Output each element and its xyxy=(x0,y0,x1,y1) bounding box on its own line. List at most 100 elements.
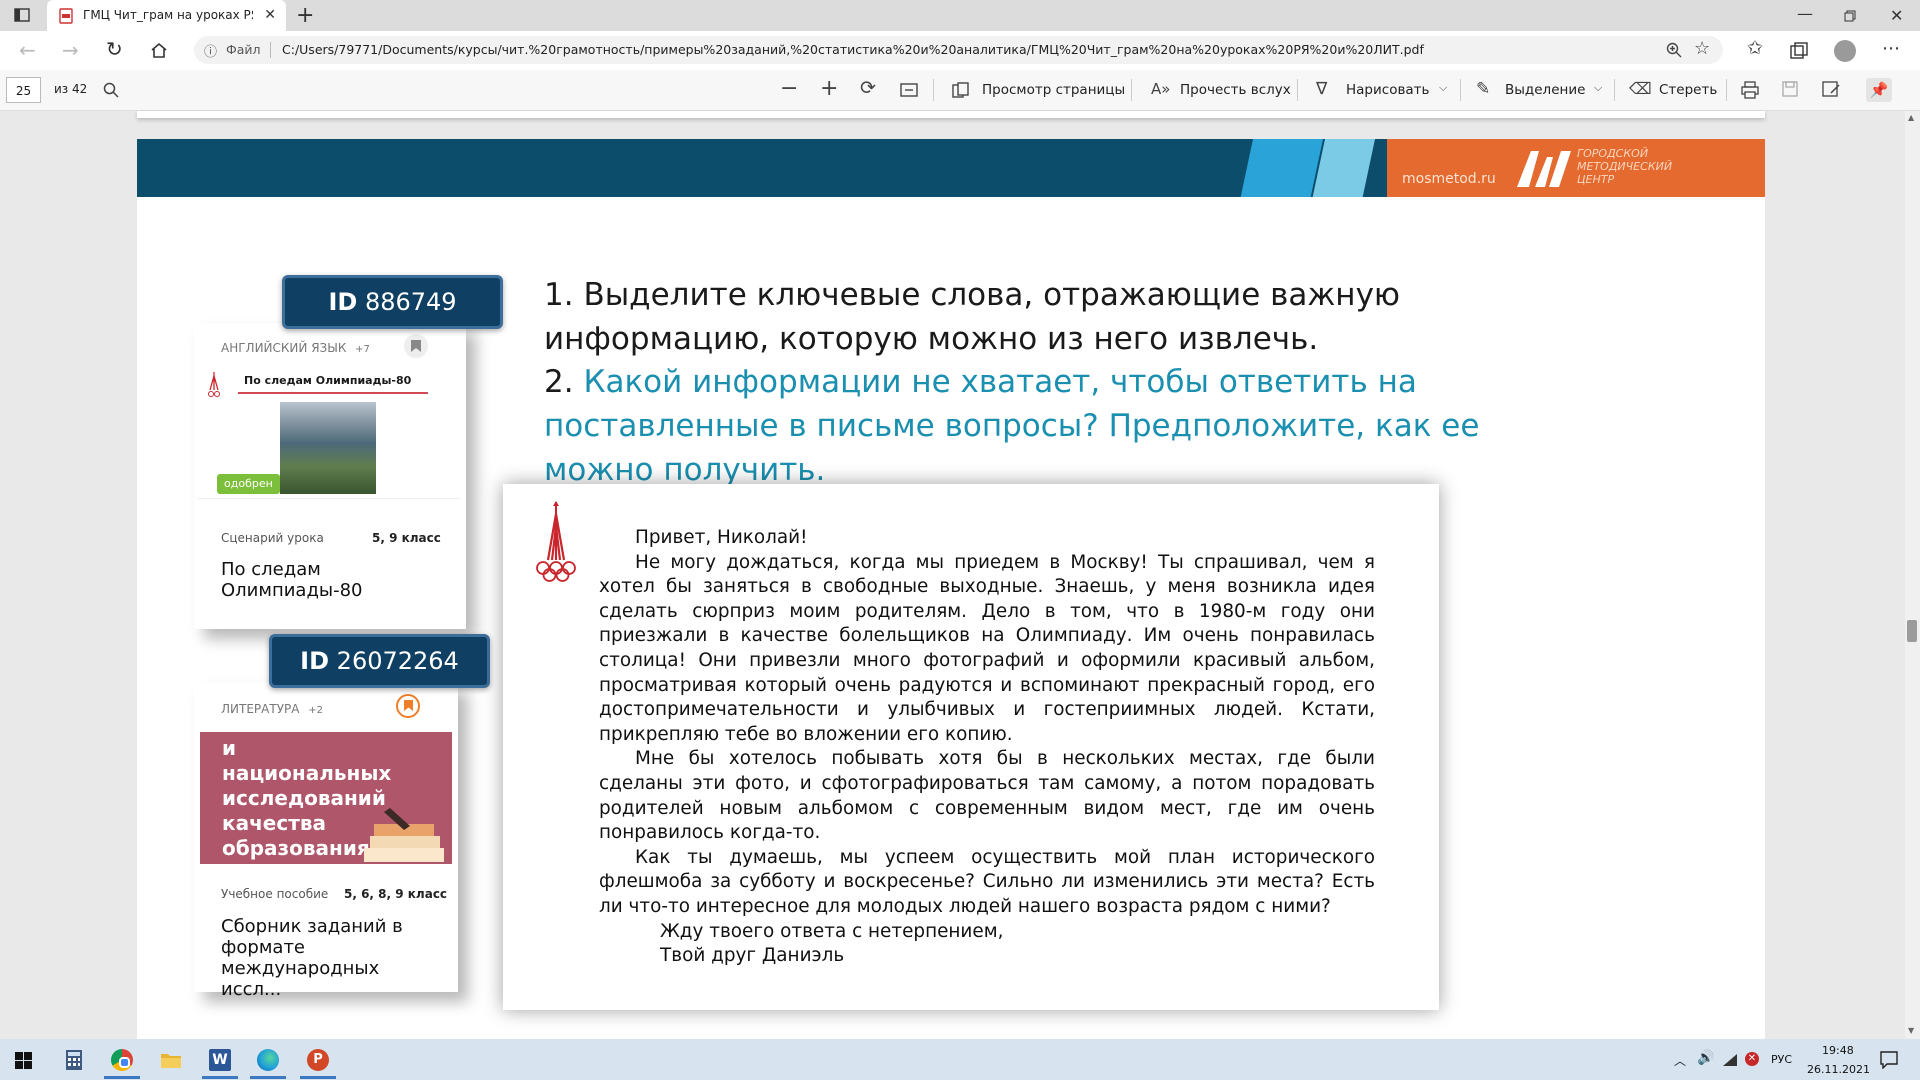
approved-badge: одобрен xyxy=(217,474,280,494)
url-scheme-label: Файл xyxy=(226,42,261,57)
calculator-icon[interactable] xyxy=(65,1049,83,1071)
profile-avatar[interactable] xyxy=(1834,40,1856,62)
toolbar-divider xyxy=(1614,79,1615,101)
scrollbar-thumb[interactable] xyxy=(1907,620,1917,642)
zoom-out-icon[interactable]: − xyxy=(780,76,798,101)
olympic-emblem-icon xyxy=(533,498,579,584)
task-text: Какой информации не хватает, чтобы ответ… xyxy=(544,364,1480,488)
network-icon[interactable] xyxy=(1722,1053,1738,1067)
draw-button[interactable]: Нарисовать xyxy=(1346,82,1430,98)
more-menu-icon[interactable]: ⋯ xyxy=(1882,38,1900,59)
tab-actions-icon[interactable] xyxy=(14,8,30,22)
olympic-emblem-icon xyxy=(206,370,222,400)
info-icon[interactable]: ⓘ xyxy=(204,41,217,60)
task-1: 1. Выделите ключевые слова, отражающие в… xyxy=(544,273,1584,361)
card-thumbnail: По следам Олимпиады-80 одобрен xyxy=(198,368,460,499)
rotate-icon[interactable]: ⟳ xyxy=(860,77,876,99)
clock-time[interactable]: 19:48 xyxy=(1822,1044,1854,1057)
back-icon[interactable]: ← xyxy=(19,38,36,62)
letter-text: Привет, Николай! Не могу дождаться, когд… xyxy=(599,526,1375,969)
page-view-button[interactable]: Просмотр страницы xyxy=(982,82,1125,98)
letter-paragraph: Мне бы хотелось побывать хотя бы в неско… xyxy=(599,748,1375,844)
banner-org-line: МЕТОДИЧЕСКИЙ xyxy=(1577,160,1673,173)
letter-box: Привет, Николай! Не могу дождаться, когд… xyxy=(503,484,1439,1010)
bookmark-icon[interactable] xyxy=(396,694,420,718)
new-tab-icon[interactable]: + xyxy=(296,3,314,28)
card-type: Сценарий урока xyxy=(221,531,324,545)
file-explorer-icon[interactable] xyxy=(160,1051,182,1069)
language-indicator[interactable]: РУС xyxy=(1771,1053,1792,1066)
scroll-up-icon[interactable]: ▲ xyxy=(1908,113,1914,122)
erase-button[interactable]: Стереть xyxy=(1659,82,1717,98)
url-text[interactable]: C:/Users/79771/Documents/курсы/чит.%20гр… xyxy=(282,42,1424,57)
minimize-icon[interactable]: — xyxy=(1797,4,1813,23)
clock-date[interactable]: 26.11.2021 xyxy=(1807,1063,1870,1076)
close-window-icon[interactable]: ✕ xyxy=(1890,6,1903,25)
read-aloud-icon: A» xyxy=(1151,80,1171,98)
letter-paragraph: Как ты думаешь, мы успеем осуществить мо… xyxy=(599,846,1375,917)
scrollbar[interactable] xyxy=(1905,111,1920,1039)
previous-page-edge xyxy=(137,111,1765,118)
pdf-file-icon xyxy=(59,8,73,24)
taskbar-active-indicator xyxy=(300,1076,336,1079)
resource-card[interactable]: ЛИТЕРАТУРА +2 и национальных исследовани… xyxy=(194,682,458,1000)
pdf-toolbar: 25 из 42 − + ⟳ Просмотр страницы A» Проч… xyxy=(0,70,1920,111)
letter-signature: Твой друг Даниэль xyxy=(660,945,845,967)
highlight-icon: ✎ xyxy=(1476,79,1491,99)
save-as-icon[interactable] xyxy=(1822,81,1840,97)
card-subject-extra: +7 xyxy=(355,344,370,355)
thumbnail-title: По следам Олимпиады-80 xyxy=(244,374,412,387)
banner-stripe xyxy=(1240,139,1323,197)
tab-close-icon[interactable]: ✕ xyxy=(264,7,276,23)
id-badge: ID 26072264 xyxy=(269,634,490,688)
card-title[interactable]: Сборник заданий в формате международных … xyxy=(221,916,441,1000)
mosmetod-logo-icon xyxy=(1515,147,1575,189)
fit-page-icon[interactable] xyxy=(900,83,918,97)
toolbar-divider xyxy=(1460,79,1461,101)
collections-icon[interactable] xyxy=(1790,42,1808,60)
taskbar-active-indicator xyxy=(202,1076,238,1079)
print-icon[interactable] xyxy=(1741,81,1759,99)
books-illustration-icon xyxy=(350,806,450,864)
powerpoint-icon[interactable]: P xyxy=(307,1049,329,1071)
volume-icon[interactable]: 🔊 xyxy=(1697,1050,1714,1066)
highlight-options-chevron-icon[interactable]: ⌵ xyxy=(1594,81,1602,95)
card-title[interactable]: По следам Олимпиады-80 xyxy=(221,559,381,601)
resource-card[interactable]: АНГЛИЙСКИЙ ЯЗЫК +7 По следам Олимпиады-8… xyxy=(194,323,466,629)
word-icon[interactable]: W xyxy=(209,1049,231,1071)
save-icon[interactable] xyxy=(1782,81,1798,97)
address-bar[interactable]: ⓘ Файл C:/Users/79771/Documents/курсы/чи… xyxy=(194,36,1723,64)
card-subject-label: АНГЛИЙСКИЙ ЯЗЫК xyxy=(221,341,347,355)
browser-tab[interactable]: ГМЦ Чит_грам на уроках РЯ и Л ✕ xyxy=(47,0,286,31)
forward-icon[interactable]: → xyxy=(62,38,79,62)
read-aloud-button[interactable]: Прочесть вслух xyxy=(1180,82,1291,98)
scroll-down-icon[interactable]: ▼ xyxy=(1908,1026,1914,1035)
task-number: 2. xyxy=(544,364,574,400)
id-prefix: ID xyxy=(328,288,358,316)
draw-options-chevron-icon[interactable]: ⌵ xyxy=(1439,81,1447,95)
refresh-icon[interactable]: ↻ xyxy=(106,37,123,61)
search-icon[interactable] xyxy=(103,82,119,98)
show-hidden-icons-chevron-icon[interactable]: ︿ xyxy=(1674,1052,1686,1069)
page-number-input[interactable]: 25 xyxy=(6,77,41,103)
security-alert-icon[interactable]: ✕ xyxy=(1745,1052,1759,1066)
restore-icon[interactable] xyxy=(1844,10,1856,22)
letter-closing: Жду твоего ответа с нетерпением, xyxy=(660,920,1004,942)
pin-toolbar-icon[interactable]: 📌 xyxy=(1866,78,1892,102)
highlight-button[interactable]: Выделение xyxy=(1505,82,1585,98)
taskbar xyxy=(0,1039,1920,1080)
banner-orange-block xyxy=(1387,139,1765,197)
favorites-icon[interactable]: ✩ xyxy=(1747,37,1763,59)
bookmark-icon[interactable] xyxy=(404,334,428,358)
banner-site: mosmetod.ru xyxy=(1402,171,1496,187)
zoom-in-icon[interactable]: + xyxy=(820,76,838,101)
home-icon[interactable] xyxy=(150,42,168,58)
card-cover: и национальных исследований качества обр… xyxy=(200,732,452,864)
title-bar xyxy=(0,0,1920,31)
start-icon[interactable] xyxy=(15,1052,32,1069)
toolbar-divider xyxy=(1726,79,1727,101)
edge-icon[interactable] xyxy=(257,1049,279,1071)
zoom-icon[interactable] xyxy=(1666,42,1682,58)
add-favorite-icon[interactable]: ☆ xyxy=(1694,38,1710,59)
notifications-icon[interactable] xyxy=(1880,1051,1898,1069)
